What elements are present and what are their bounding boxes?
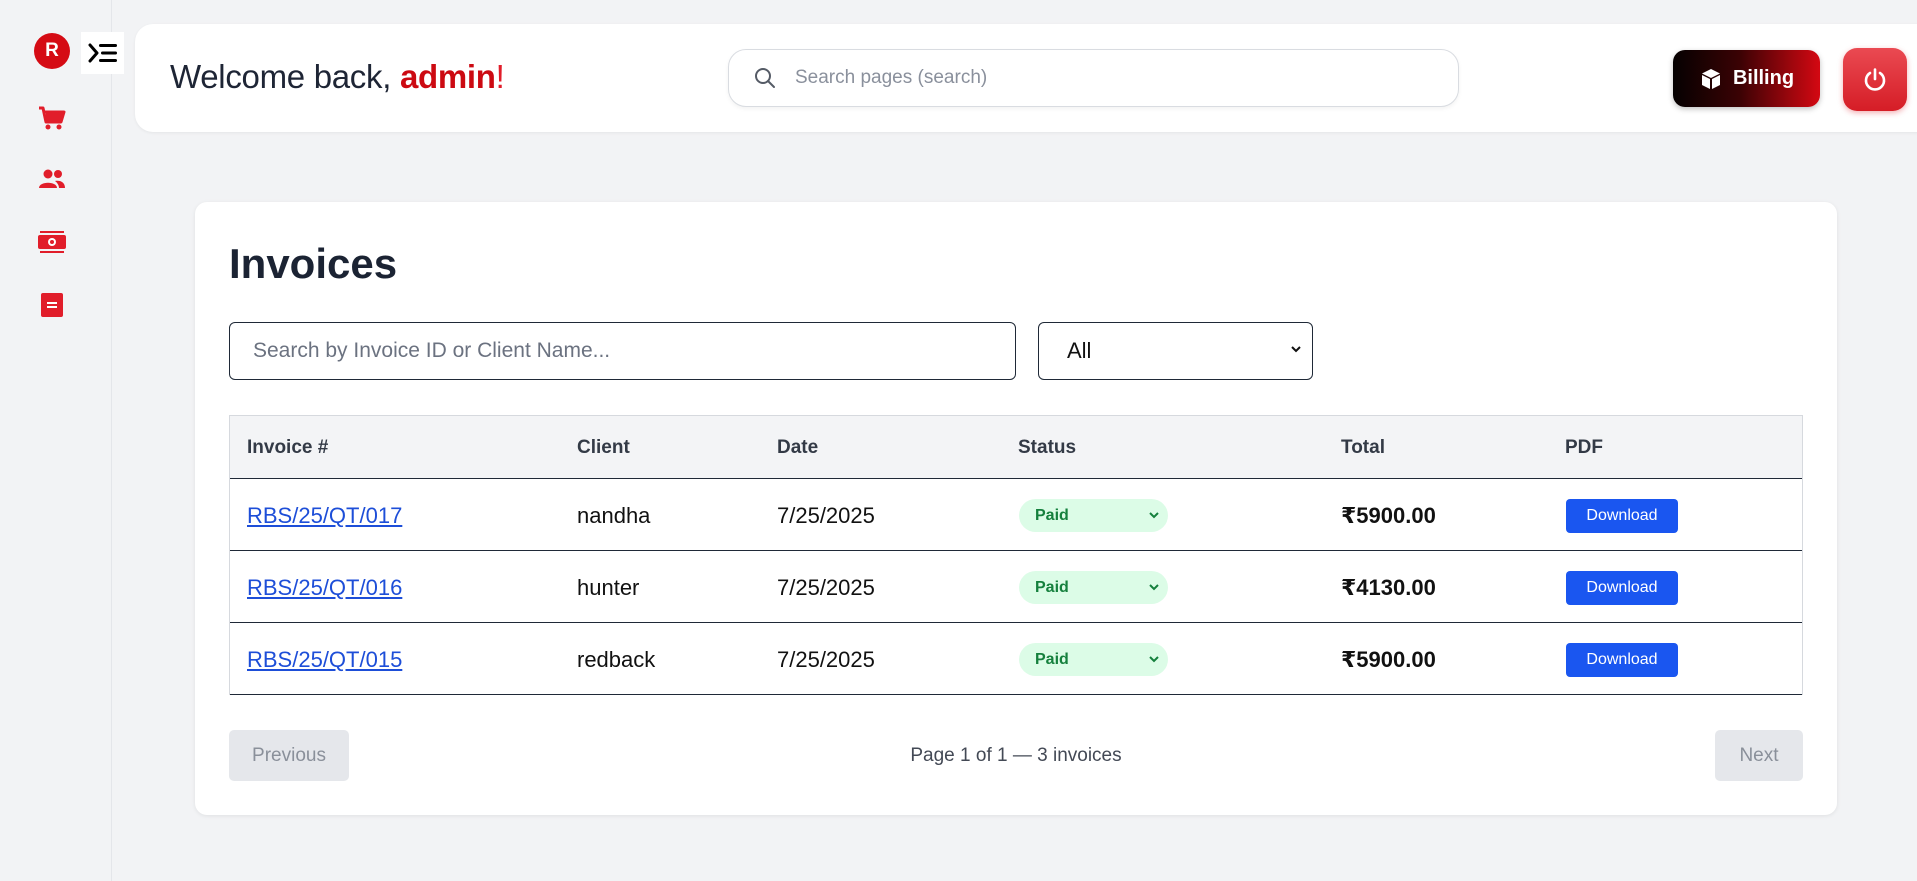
- next-page-button[interactable]: Next: [1715, 730, 1803, 781]
- table-row: RBS/25/QT/016 hunter 7/25/2025 Paid ₹413…: [230, 551, 1802, 623]
- brand-logo[interactable]: R: [34, 33, 70, 69]
- sidebar-item-payments[interactable]: [36, 226, 68, 258]
- total-cell: ₹4130.00: [1341, 575, 1436, 600]
- date-cell: 7/25/2025: [777, 575, 875, 600]
- search-icon: [755, 68, 775, 88]
- date-cell: 7/25/2025: [777, 503, 875, 528]
- total-cell: ₹5900.00: [1341, 647, 1436, 672]
- column-header-total: Total: [1341, 437, 1385, 458]
- chevron-down-icon: [1149, 584, 1159, 591]
- document-icon: [41, 293, 63, 317]
- billing-button-label: Billing: [1732, 67, 1795, 89]
- invoice-link[interactable]: RBS/25/QT/015: [247, 647, 402, 673]
- status-select[interactable]: Paid: [1019, 571, 1168, 604]
- top-header: Welcome back, admin! Billing: [135, 24, 1917, 132]
- box-icon: [1701, 68, 1720, 89]
- cart-icon: [39, 106, 66, 130]
- page-title: Invoices: [229, 240, 398, 287]
- menu-collapse-icon: [88, 43, 117, 63]
- sidebar-item-invoices[interactable]: [36, 289, 68, 321]
- status-select[interactable]: Paid: [1019, 643, 1168, 676]
- power-icon: [1864, 67, 1886, 91]
- download-pdf-button[interactable]: Download: [1566, 499, 1678, 533]
- status-filter-value: All: [1067, 338, 1092, 363]
- column-header-client: Client: [577, 437, 630, 458]
- status-select[interactable]: Paid: [1019, 499, 1168, 532]
- date-cell: 7/25/2025: [777, 647, 875, 672]
- welcome-username: admin: [399, 58, 496, 95]
- table-row: RBS/25/QT/017 nandha 7/25/2025 Paid ₹590…: [230, 479, 1802, 551]
- sidebar-item-clients[interactable]: [36, 163, 68, 195]
- client-cell: redback: [577, 647, 656, 672]
- chevron-down-icon: [1291, 346, 1301, 353]
- invoices-table: Invoice # Client Date Status Total PDF R…: [229, 415, 1803, 695]
- sidebar: R: [0, 0, 124, 881]
- download-pdf-button[interactable]: Download: [1566, 643, 1678, 677]
- download-pdf-button[interactable]: Download: [1566, 571, 1678, 605]
- column-header-invoice: Invoice #: [247, 437, 329, 458]
- money-icon: [38, 231, 66, 253]
- client-cell: nandha: [577, 503, 651, 528]
- global-search-input[interactable]: [795, 67, 1395, 89]
- table-row: RBS/25/QT/015 redback 7/25/2025 Paid ₹59…: [230, 623, 1802, 695]
- total-cell: ₹5900.00: [1341, 503, 1436, 528]
- chevron-down-icon: [1149, 656, 1159, 663]
- pagination-info: Page 1 of 1 — 3 invoices: [910, 745, 1122, 766]
- welcome-suffix: !: [495, 58, 505, 95]
- table-header: Invoice # Client Date Status Total PDF: [230, 415, 1802, 479]
- column-header-status: Status: [1018, 437, 1077, 458]
- invoices-card: Invoices All Invoice # Client Date Statu…: [195, 202, 1837, 815]
- users-icon: [39, 169, 65, 188]
- menu-toggle-button[interactable]: [81, 32, 124, 74]
- status-value: Paid: [1035, 650, 1069, 668]
- global-search-box[interactable]: [728, 49, 1459, 107]
- status-value: Paid: [1035, 506, 1069, 524]
- welcome-message: Welcome back, admin!: [170, 58, 505, 96]
- status-filter-select[interactable]: All: [1038, 322, 1313, 380]
- invoice-link[interactable]: RBS/25/QT/017: [247, 503, 402, 529]
- billing-button[interactable]: Billing: [1673, 50, 1820, 107]
- column-header-pdf: PDF: [1565, 437, 1603, 458]
- invoice-link[interactable]: RBS/25/QT/016: [247, 575, 402, 601]
- status-value: Paid: [1035, 578, 1069, 596]
- chevron-down-icon: [1149, 512, 1159, 519]
- column-header-date: Date: [777, 437, 819, 458]
- client-cell: hunter: [577, 575, 640, 600]
- logout-button[interactable]: [1843, 48, 1907, 111]
- sidebar-item-orders[interactable]: [36, 102, 68, 134]
- welcome-prefix: Welcome back,: [170, 58, 400, 95]
- invoice-search-input[interactable]: [229, 322, 1016, 380]
